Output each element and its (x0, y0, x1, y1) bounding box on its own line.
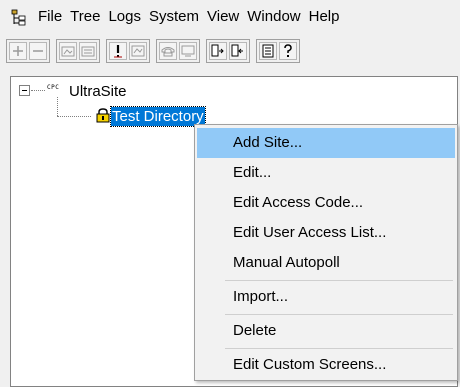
menu-bar: File Tree Logs System View Window Help (0, 0, 460, 34)
disconnect-icon[interactable] (229, 42, 247, 60)
toolbar-group-alarm (106, 39, 150, 63)
menu-item-import[interactable]: Import... (197, 282, 455, 312)
tree-connector-line (57, 116, 91, 117)
menu-separator (225, 280, 453, 281)
menu-system[interactable]: System (145, 0, 203, 34)
menu-help[interactable]: Help (305, 0, 344, 34)
toolbar-group-add-remove (6, 39, 50, 63)
terminal-icon[interactable] (179, 42, 197, 60)
tree-root-label[interactable]: UltraSite (69, 83, 127, 100)
menu-separator (225, 348, 453, 349)
menu-window[interactable]: Window (243, 0, 304, 34)
tree-node-test-directory[interactable]: Test Directory (110, 106, 206, 127)
menu-item-edit[interactable]: Edit... (197, 158, 455, 188)
phone-icon[interactable] (159, 42, 177, 60)
tree-connector-line (57, 97, 58, 116)
menu-file[interactable]: File (34, 0, 66, 34)
menu-item-edit-custom-screens[interactable]: Edit Custom Screens... (197, 350, 455, 380)
menu-tree[interactable]: Tree (66, 0, 104, 34)
menu-logs[interactable]: Logs (104, 0, 145, 34)
toolbar-group-site (56, 39, 100, 63)
site-list-icon[interactable] (79, 42, 97, 60)
collapse-toggle[interactable] (19, 85, 30, 96)
menu-item-edit-user-access-list[interactable]: Edit User Access List... (197, 218, 455, 248)
menu-item-edit-access-code[interactable]: Edit Access Code... (197, 188, 455, 218)
help-icon[interactable] (279, 42, 297, 60)
context-menu: Add Site... Edit... Edit Access Code... … (194, 124, 458, 381)
toolbar-group-help (256, 39, 300, 63)
app-tree-icon (10, 8, 28, 26)
cpc-icon: CPC (47, 84, 60, 91)
toolbar (6, 38, 306, 64)
toolbar-group-connect (206, 39, 250, 63)
menu-item-delete[interactable]: Delete (197, 316, 455, 346)
connect-icon[interactable] (209, 42, 227, 60)
site-icon[interactable] (59, 42, 77, 60)
remove-icon[interactable] (29, 42, 47, 60)
menu-view[interactable]: View (203, 0, 243, 34)
alarm-icon[interactable] (109, 42, 127, 60)
tree-connector-line (31, 90, 45, 91)
menu-item-manual-autopoll[interactable]: Manual Autopoll (197, 248, 455, 278)
toolbar-group-comm (156, 39, 200, 63)
directory-lock-icon (95, 108, 111, 124)
menu-separator (225, 314, 453, 315)
menu-item-add-site[interactable]: Add Site... (197, 128, 455, 158)
add-icon[interactable] (9, 42, 27, 60)
alarm-list-icon[interactable] (129, 42, 147, 60)
log-icon[interactable] (259, 42, 277, 60)
